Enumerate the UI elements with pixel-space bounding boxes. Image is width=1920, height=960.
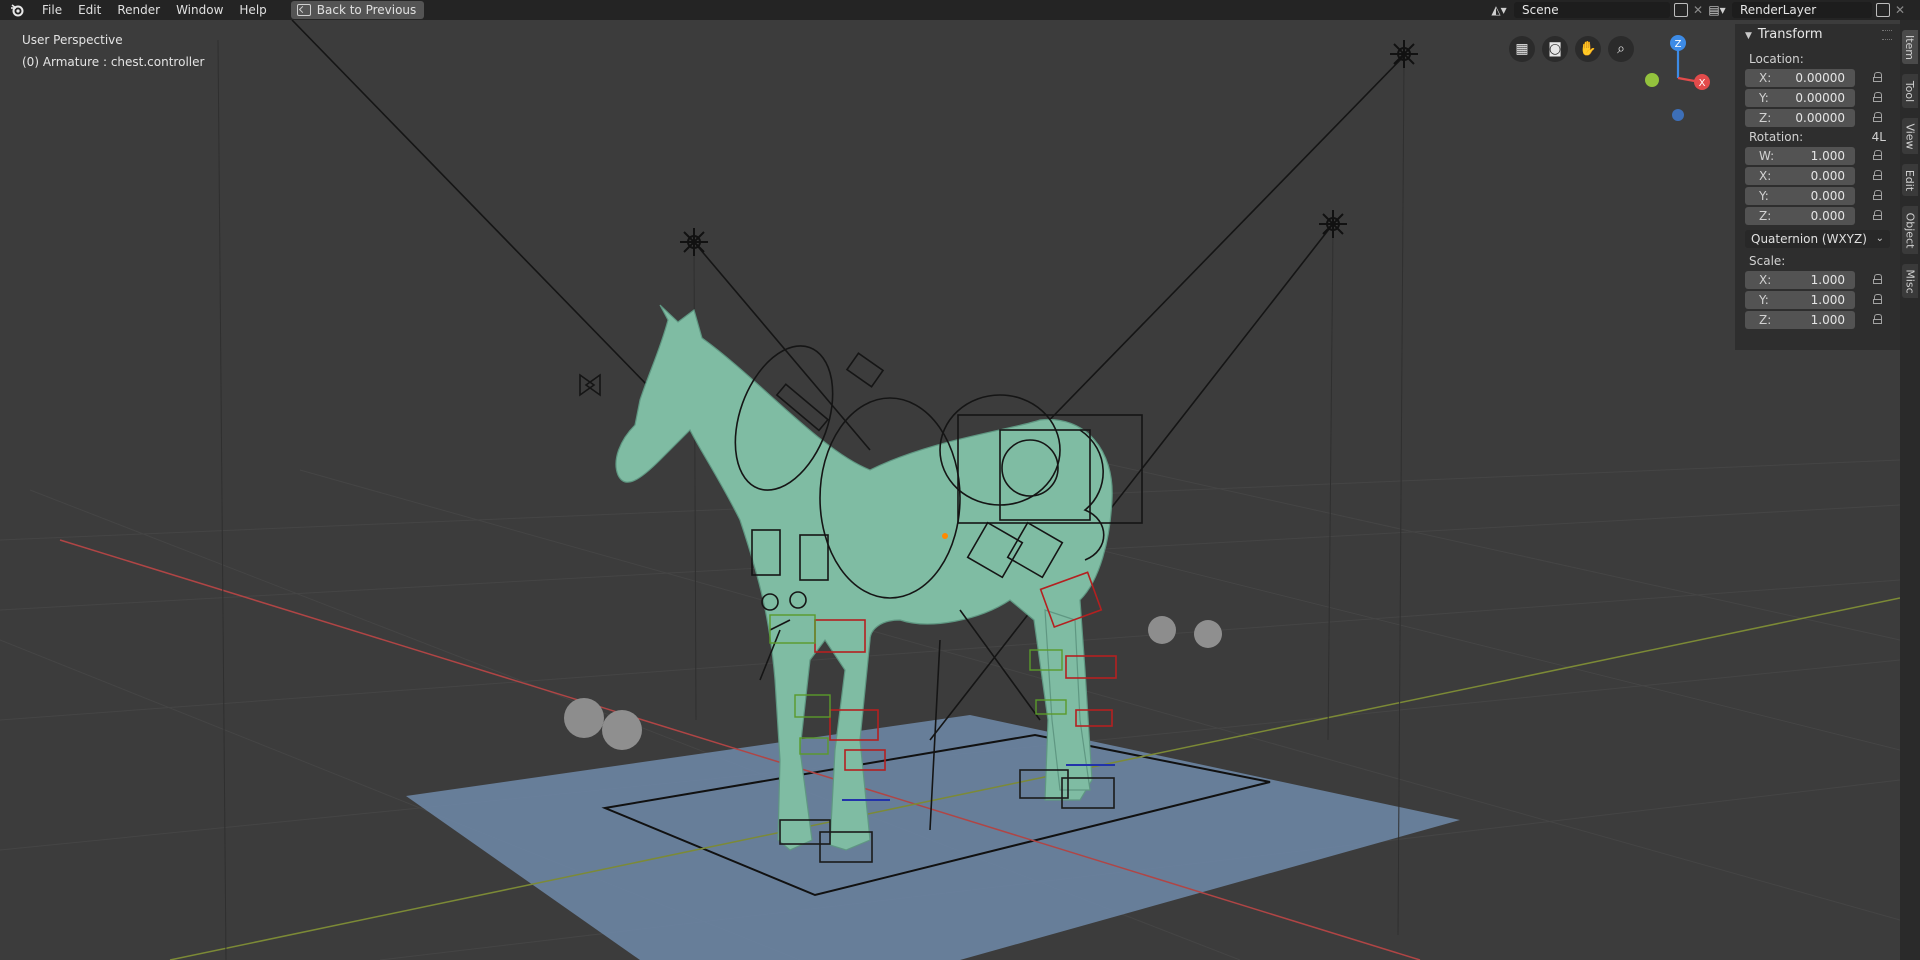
menu-render[interactable]: Render [109,0,168,20]
scale-x-row: X: 1.000 [1745,270,1900,290]
back-to-previous-label: Back to Previous [316,3,417,17]
tab-edit[interactable]: Edit [1902,164,1918,196]
scale-x-field[interactable]: X: 1.000 [1745,271,1855,289]
tab-tool[interactable]: Tool [1902,74,1918,108]
lock-icon[interactable] [1873,294,1883,304]
rotation-y-field[interactable]: Y: 0.000 [1745,187,1855,205]
menu-file[interactable]: File [34,0,70,20]
lock-icon[interactable] [1873,92,1883,102]
lock-icon[interactable] [1873,314,1883,324]
rotation-x-row: X: 0.000 [1745,166,1900,186]
3d-viewport[interactable]: User Perspective (0) Armature : chest.co… [0,20,1900,960]
scale-z-field[interactable]: Z: 1.000 [1745,311,1855,329]
lock-icon[interactable] [1873,112,1883,122]
location-z-field[interactable]: Z: 0.00000 [1745,109,1855,127]
lock-icon[interactable] [1873,190,1883,200]
scale-z-row: Z: 1.000 [1745,310,1900,330]
rotation-mode-dropdown[interactable]: Quaternion (WXYZ) ⌄ [1745,230,1890,248]
location-y-field[interactable]: Y: 0.00000 [1745,89,1855,107]
tab-object[interactable]: Object [1902,206,1918,254]
tab-view[interactable]: View [1902,118,1918,154]
rotation-mode-value: Quaternion (WXYZ) [1751,232,1867,246]
rotation-y-row: Y: 0.000 [1745,186,1900,206]
remove-render-layer-icon[interactable]: ✕ [1894,4,1906,16]
zoom-view-button[interactable]: ⌕ [1608,36,1634,62]
remove-scene-icon[interactable]: ✕ [1692,4,1704,16]
location-z-row: Z: 0.00000 [1745,108,1900,128]
transform-panel: ▼ Transform Location: X: 0.00000 Y: 0.00000… [1735,24,1900,350]
blender-logo-icon[interactable] [10,3,24,17]
scale-y-row: Y: 1.000 [1745,290,1900,310]
rotation-x-field[interactable]: X: 0.000 [1745,167,1855,185]
location-x-row: X: 0.00000 [1745,68,1900,88]
pan-view-button[interactable]: ✋ [1575,36,1601,62]
scene-selector: ◭▾ Scene ✕ [1488,0,1704,20]
lock-icon[interactable] [1873,150,1883,160]
render-layer-field[interactable]: RenderLayer [1732,2,1872,18]
grid-icon: ▦ [1515,41,1529,57]
active-object-label: (0) Armature : chest.controller [22,55,205,69]
rotation-w-row: W: 1.000 [1745,146,1900,166]
perspective-label: User Perspective [22,33,123,47]
gizmo-z-label: Z [1675,39,1682,50]
tab-misc[interactable]: Misc [1902,264,1918,298]
back-icon [296,4,311,16]
scene-icon[interactable]: ◭▾ [1488,2,1510,18]
new-scene-icon[interactable] [1674,3,1688,17]
menu-edit[interactable]: Edit [70,0,109,20]
sidebar-tabs: Item Tool View Edit Object Misc [1900,20,1920,960]
grid-view-toggle-button[interactable]: ▦ [1509,36,1535,62]
location-x-field[interactable]: X: 0.00000 [1745,69,1855,87]
new-render-layer-icon[interactable] [1876,3,1890,17]
location-label: Location: [1749,52,1804,66]
render-layer-icon[interactable]: ▤▾ [1706,2,1728,18]
lock-icon[interactable] [1873,274,1883,284]
render-layer-selector: ▤▾ RenderLayer ✕ [1706,0,1906,20]
rotation-w-field[interactable]: W: 1.000 [1745,147,1855,165]
menu-help[interactable]: Help [231,0,274,20]
rotation-z-row: Z: 0.000 [1745,206,1900,226]
navigation-gizmo[interactable]: Z X [1640,30,1720,140]
scene-name-field[interactable]: Scene [1514,2,1670,18]
lock-icon[interactable] [1873,210,1883,220]
menu-window[interactable]: Window [168,0,231,20]
magnifier-icon: ⌕ [1617,41,1625,57]
lock-icon[interactable] [1873,72,1883,82]
rotation-z-field[interactable]: Z: 0.000 [1745,207,1855,225]
rotation-mode-badge[interactable]: 4L [1872,128,1886,146]
hand-icon: ✋ [1579,41,1597,57]
collapse-triangle-icon: ▼ [1745,31,1752,41]
drag-grip-icon[interactable] [1882,30,1892,40]
back-to-previous-button[interactable]: Back to Previous [290,1,425,19]
gizmo-x-label: X [1699,78,1706,89]
camera-icon: ◙ [1548,41,1562,57]
chevron-down-icon: ⌄ [1875,233,1884,244]
camera-view-button[interactable]: ◙ [1542,36,1568,62]
tab-item[interactable]: Item [1902,30,1918,64]
location-y-row: Y: 0.00000 [1745,88,1900,108]
scale-y-field[interactable]: Y: 1.000 [1745,291,1855,309]
transform-title: Transform [1757,27,1823,42]
viewport-scene [0,20,1900,960]
scale-label: Scale: [1749,254,1786,268]
transform-panel-header[interactable]: ▼ Transform [1735,24,1900,46]
rotation-header: Rotation: 4L [1735,128,1900,146]
lock-icon[interactable] [1873,170,1883,180]
rotation-label: Rotation: [1749,130,1804,144]
